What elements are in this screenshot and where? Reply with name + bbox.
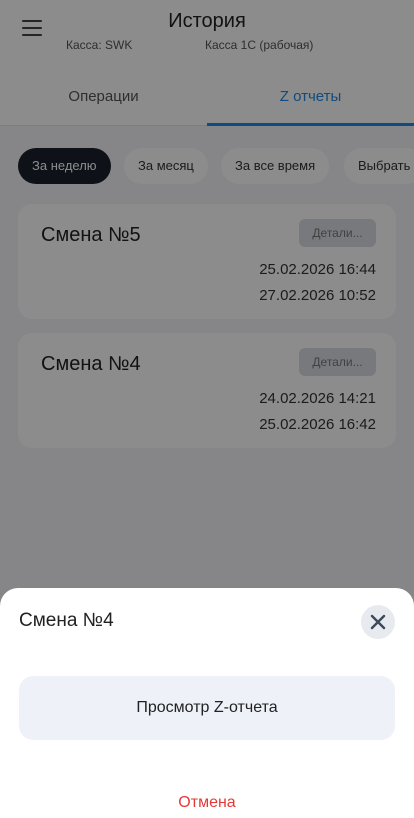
- cancel-button[interactable]: Отмена: [0, 794, 414, 812]
- sheet-title: Смена №4: [19, 610, 114, 631]
- view-z-report-button[interactable]: Просмотр Z-отчета: [19, 676, 395, 740]
- close-icon: [370, 614, 386, 630]
- close-button[interactable]: [361, 605, 395, 639]
- bottom-sheet: Смена №4 Просмотр Z-отчета Отмена: [0, 588, 414, 818]
